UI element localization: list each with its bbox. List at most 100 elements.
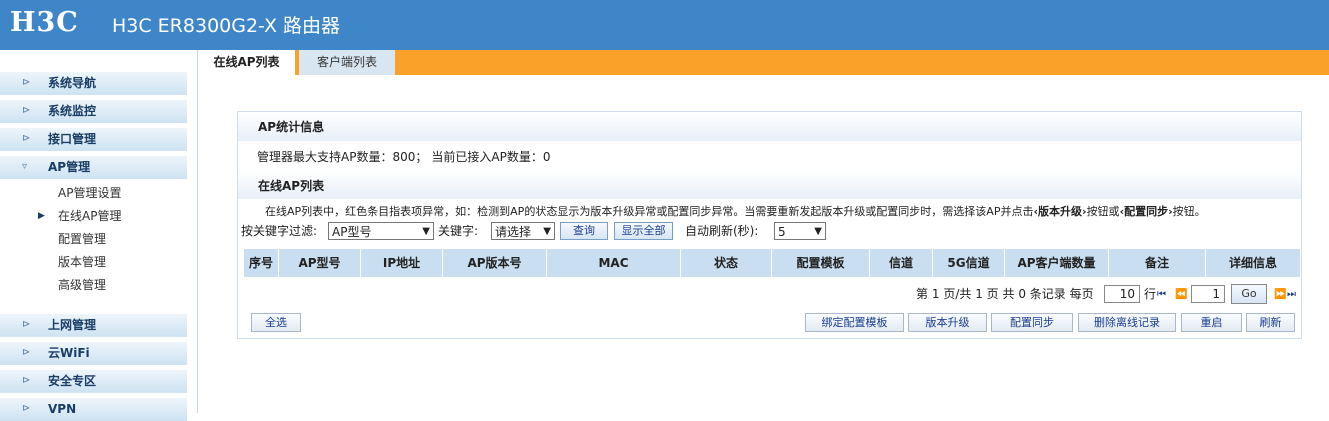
next-page-icon[interactable]: ⏩: [1274, 288, 1286, 302]
sidebar-item-label: 系统导航: [48, 76, 97, 90]
chevron-down-icon: ▼: [422, 226, 430, 237]
col-client-count[interactable]: AP客户端数量: [1005, 249, 1109, 277]
note-text: 在线AP列表中，红色条目指表项异常，如：检测到AP的状态显示为版本升级异常或配置…: [265, 205, 1034, 218]
sidebar-subitem-version[interactable]: 版本管理: [58, 254, 106, 270]
sidebar: ⊳ 系统导航 ⊳ 系统监控 ⊳ 接口管理 ▿ AP管理 AP管理设置 ▶ 在线A…: [0, 50, 198, 421]
expand-icon: ⊳: [22, 319, 31, 330]
last-page-icon[interactable]: ⏭: [1287, 288, 1296, 302]
col-ap-model[interactable]: AP型号: [279, 249, 361, 277]
expand-icon: ⊳: [22, 403, 31, 414]
expand-icon: ⊳: [22, 105, 31, 116]
sidebar-item-ap-manage[interactable]: ▿ AP管理: [0, 155, 187, 179]
sidebar-item-internet[interactable]: ⊳ 上网管理: [0, 313, 187, 337]
chevron-down-icon: ▼: [543, 226, 551, 237]
pagination-info: 第 1 页/共 1 页 共 0 条记录 每页: [916, 287, 1094, 302]
keyword-label: 关键字:: [438, 224, 479, 238]
sidebar-item-vpn[interactable]: ⊳ VPN: [0, 397, 187, 421]
auto-refresh-label: 自动刷新(秒):: [685, 224, 759, 238]
sidebar-item-label: 系统监控: [48, 104, 97, 118]
page-text: 条记录: [1029, 287, 1066, 301]
expand-icon: ⊳: [22, 375, 31, 386]
col-ap-version[interactable]: AP版本号: [443, 249, 547, 277]
max-ap-value: 800: [392, 150, 416, 164]
stats-section-header: AP统计信息: [238, 112, 1301, 141]
total-pages: 1: [975, 287, 983, 301]
brand-logo: H3C: [10, 7, 79, 38]
keyword-select[interactable]: 请选择 ▼: [491, 222, 555, 240]
sidebar-item-label: 接口管理: [48, 132, 97, 146]
sidebar-item-label: 云WiFi: [48, 346, 90, 360]
prev-page-icon[interactable]: ⏪: [1175, 288, 1187, 302]
restart-button[interactable]: 重启: [1181, 313, 1242, 332]
rows-label: 行: [1144, 287, 1157, 301]
sidebar-item-label: AP管理: [48, 160, 91, 174]
total-records: 0: [1018, 287, 1026, 301]
bind-template-button[interactable]: 绑定配置模板: [805, 313, 904, 332]
auto-refresh-select[interactable]: 5 ▼: [774, 222, 826, 240]
note-text: 按钮。: [1172, 205, 1206, 218]
per-page-label: 每页: [1069, 287, 1094, 301]
stats-title: AP统计信息: [258, 120, 325, 134]
select-all-button[interactable]: 全选: [251, 313, 301, 332]
page-text: 页/共: [943, 287, 972, 301]
sidebar-item-security[interactable]: ⊳ 安全专区: [0, 369, 187, 393]
upgrade-button[interactable]: 版本升级: [908, 313, 987, 332]
delete-offline-button[interactable]: 删除离线记录: [1078, 313, 1176, 332]
sidebar-subitem-advanced[interactable]: 高级管理: [58, 277, 106, 293]
tab-bar: 在线AP列表 客户端列表: [198, 50, 1329, 75]
stats-separator: ；: [415, 150, 428, 164]
current-ap-value: 0: [542, 150, 551, 164]
current-page: 1: [931, 287, 940, 301]
top-bar: H3C H3C ER8300G2-X 路由器: [0, 0, 1329, 50]
expand-icon: ⊳: [22, 77, 31, 88]
filter-field-select[interactable]: AP型号 ▼: [328, 222, 434, 240]
col-details[interactable]: 详细信息: [1206, 249, 1300, 277]
expand-icon: ⊳: [22, 347, 31, 358]
sidebar-item-cloud-wifi[interactable]: ⊳ 云WiFi: [0, 341, 187, 365]
tab-client-list[interactable]: 客户端列表: [299, 50, 395, 75]
go-button[interactable]: Go: [1231, 284, 1267, 304]
sidebar-subitem-config[interactable]: 配置管理: [58, 231, 106, 247]
col-remark[interactable]: 备注: [1109, 249, 1206, 277]
col-5g-channel[interactable]: 5G信道: [933, 249, 1005, 277]
auto-refresh-value: 5: [778, 225, 786, 239]
table-header: 序号 AP型号 IP地址 AP版本号 MAC 状态 配置模板 信道 5G信道 A…: [244, 249, 1300, 277]
stats-line: 管理器最大支持AP数量：800； 当前已接入AP数量：0: [257, 150, 550, 165]
filter-label: 按关键字过滤:: [241, 224, 318, 238]
max-ap-label: 管理器最大支持AP数量：: [257, 150, 393, 164]
sidebar-item-interface[interactable]: ⊳ 接口管理: [0, 127, 187, 151]
col-index[interactable]: 序号: [244, 249, 279, 277]
app-title: H3C ER8300G2-X 路由器: [112, 15, 341, 37]
col-config-template[interactable]: 配置模板: [772, 249, 870, 277]
sidebar-subitem-online-ap[interactable]: 在线AP管理: [58, 208, 121, 224]
col-channel[interactable]: 信道: [870, 249, 933, 277]
list-note: 在线AP列表中，红色条目指表项异常，如：检测到AP的状态显示为版本升级异常或配置…: [265, 204, 1206, 219]
col-ip[interactable]: IP地址: [361, 249, 443, 277]
refresh-button[interactable]: 刷新: [1246, 313, 1295, 332]
sync-button[interactable]: 配置同步: [991, 313, 1073, 332]
first-page-icon[interactable]: ⏮: [1157, 288, 1166, 302]
page-text: 第: [916, 287, 929, 301]
sidebar-item-label: 上网管理: [48, 318, 97, 332]
keyword-value: 请选择: [495, 225, 532, 239]
chevron-down-icon: ▼: [814, 226, 822, 237]
selected-arrow-icon: ▶: [38, 211, 45, 221]
col-mac[interactable]: MAC: [547, 249, 681, 277]
show-all-button[interactable]: 显示全部: [614, 222, 673, 240]
note-upgrade-ref: ‹版本升级›: [1033, 205, 1087, 218]
sidebar-subitem-ap-settings[interactable]: AP管理设置: [58, 185, 121, 201]
current-ap-label: 当前已接入AP数量：: [431, 150, 543, 164]
sidebar-item-label: 安全专区: [48, 374, 97, 388]
tab-online-ap-list[interactable]: 在线AP列表: [198, 50, 295, 75]
goto-page-input[interactable]: 1: [1191, 285, 1225, 303]
list-section-header: 在线AP列表: [238, 170, 1301, 199]
expand-icon: ⊳: [22, 133, 31, 144]
sidebar-item-system-monitor[interactable]: ⊳ 系统监控: [0, 99, 187, 123]
col-status[interactable]: 状态: [681, 249, 772, 277]
page-text: 页 共: [986, 287, 1015, 301]
sidebar-item-system-nav[interactable]: ⊳ 系统导航: [0, 71, 187, 95]
list-title: 在线AP列表: [258, 179, 325, 193]
per-page-input[interactable]: 10: [1104, 285, 1140, 303]
query-button[interactable]: 查询: [560, 222, 608, 240]
filter-field-value: AP型号: [332, 225, 372, 239]
